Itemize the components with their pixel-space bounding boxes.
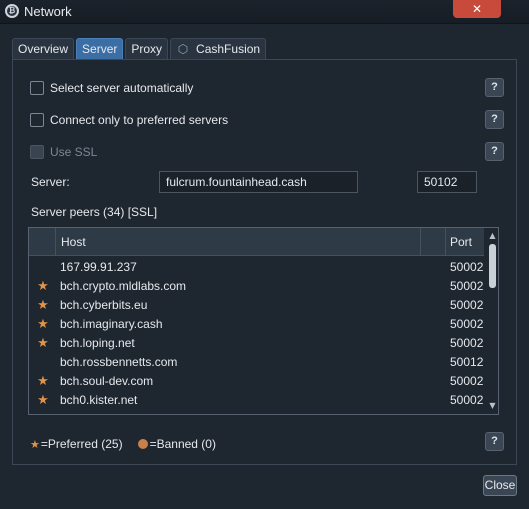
table-row[interactable]: ★ bch.cyberbits.eu 50002	[29, 296, 484, 315]
tab-cashfusion-label: CashFusion	[196, 42, 261, 56]
peer-host: bch0.kister.net	[60, 393, 138, 407]
auto-select-row: Select server automatically	[30, 80, 193, 96]
preferred-star-icon: ★	[37, 374, 49, 389]
peer-port: 50012	[450, 355, 484, 369]
server-host-input[interactable]	[159, 171, 358, 193]
window-title: Network	[24, 4, 72, 19]
use-ssl-label: Use SSL	[50, 145, 98, 159]
server-peers-table: Host Port 167.99.91.237 50002 ★ bch.crypto.…	[28, 227, 499, 415]
column-header-host[interactable]: Host	[55, 228, 420, 256]
server-port-input[interactable]	[417, 171, 477, 193]
preferred-star-icon: ★	[37, 279, 49, 294]
cashfusion-icon: ⬡	[177, 42, 189, 56]
tab-bar: Overview Server Proxy ⬡ CashFusion	[12, 38, 268, 60]
peer-host: bch.loping.net	[60, 336, 135, 350]
preferred-only-row: Connect only to preferred servers	[30, 112, 228, 128]
tab-proxy[interactable]: Proxy	[125, 38, 169, 60]
auto-select-label: Select server automatically	[50, 81, 194, 95]
preferred-only-help-button[interactable]: ?	[485, 110, 504, 129]
scroll-up-arrow-icon[interactable]: ▲	[486, 230, 498, 242]
preferred-star-icon: ★	[37, 317, 49, 332]
preferred-only-checkbox[interactable]	[30, 113, 44, 127]
server-peers-label: Server peers (34) [SSL]	[31, 205, 158, 219]
table-row[interactable]: bch.rossbennetts.com 50012	[29, 353, 484, 372]
tab-overview[interactable]: Overview	[12, 38, 75, 60]
preferred-star-icon: ★	[37, 298, 49, 313]
legend: ★ =Preferred (25) =Banned (0)	[30, 436, 216, 452]
table-header: Host Port	[29, 228, 484, 256]
peer-host: bch.rossbennetts.com	[60, 355, 178, 369]
preferred-only-label: Connect only to preferred servers	[50, 113, 229, 127]
peer-port: 50002	[450, 393, 484, 407]
peer-host: 167.99.91.237	[60, 260, 137, 274]
use-ssl-help-button[interactable]: ?	[485, 142, 504, 161]
legend-banned-text: =Banned (0)	[149, 437, 216, 451]
peer-host: bch.soul-dev.com	[60, 374, 154, 388]
column-header-port[interactable]: Port	[445, 228, 484, 256]
title-bar: ₿ Network ✕	[0, 0, 529, 24]
table-row[interactable]: 167.99.91.237 50002	[29, 258, 484, 277]
peer-port: 50002	[450, 279, 484, 293]
server-label: Server:	[31, 175, 70, 189]
tab-cashfusion[interactable]: ⬡ CashFusion	[170, 38, 267, 60]
scroll-thumb[interactable]	[489, 244, 496, 288]
use-ssl-checkbox[interactable]	[30, 145, 44, 159]
table-row[interactable]: ★ bch0.kister.net 50002	[29, 391, 484, 410]
peer-host: bch.cyberbits.eu	[60, 298, 148, 312]
window-close-button[interactable]: ✕	[453, 0, 501, 18]
auto-select-help-button[interactable]: ?	[485, 78, 504, 97]
table-row[interactable]: ★ bch.imaginary.cash 50002	[29, 315, 484, 334]
auto-select-checkbox[interactable]	[30, 81, 44, 95]
column-header-spacer	[420, 228, 445, 256]
use-ssl-row: Use SSL	[30, 144, 97, 160]
legend-preferred-text: =Preferred (25)	[40, 437, 123, 451]
table-row[interactable]: ★ bch.soul-dev.com 50002	[29, 372, 484, 391]
preferred-star-icon: ★	[37, 336, 49, 351]
preferred-star-icon: ★	[37, 393, 49, 408]
table-body: 167.99.91.237 50002 ★ bch.crypto.mldlabs.co…	[29, 258, 484, 410]
tab-server[interactable]: Server	[76, 38, 124, 60]
close-button[interactable]: Close	[483, 475, 517, 496]
peer-port: 50002	[450, 260, 484, 274]
peer-port: 50002	[450, 374, 484, 388]
scroll-down-arrow-icon[interactable]: ▼	[486, 400, 498, 412]
peer-port: 50002	[450, 336, 484, 350]
peers-help-button[interactable]: ?	[485, 432, 504, 451]
peer-port: 50002	[450, 317, 484, 331]
preferred-star-icon: ★	[30, 437, 40, 451]
table-row[interactable]: ★ bch.crypto.mldlabs.com 50002	[29, 277, 484, 296]
peer-port: 50002	[450, 298, 484, 312]
peer-host: bch.crypto.mldlabs.com	[60, 279, 187, 293]
table-row[interactable]: ★ bch.loping.net 50002	[29, 334, 484, 353]
app-logo-icon: ₿	[5, 4, 19, 18]
peer-host: bch.imaginary.cash	[60, 317, 163, 331]
table-scrollbar[interactable]: ▲ ▼	[486, 228, 498, 414]
banned-dot-icon	[137, 439, 148, 449]
server-panel: Select server automatically ? Connect on…	[12, 59, 517, 465]
